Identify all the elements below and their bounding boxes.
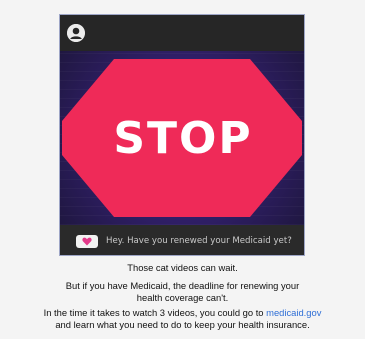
body-line-2b: health coverage can't. — [136, 292, 229, 303]
message-heart-icon — [76, 235, 98, 248]
user-avatar-icon[interactable] — [67, 24, 85, 42]
body-paragraph-2: But if you have Medicaid, the deadline f… — [0, 280, 365, 304]
body-line-3a-prefix: In the time it takes to watch 3 videos, … — [43, 307, 264, 318]
medicaid-link[interactable]: medicaid.gov — [266, 307, 321, 318]
card-header — [60, 15, 304, 51]
stop-hero-image: STOP — [60, 51, 304, 225]
video-card[interactable]: STOP Hey. Have you renewed your Medicaid… — [59, 14, 305, 256]
email-body: STOP Hey. Have you renewed your Medicaid… — [0, 0, 365, 339]
card-footer: Hey. Have you renewed your Medicaid yet? — [60, 225, 304, 255]
body-line-3b: and learn what you need to do to keep yo… — [55, 319, 310, 330]
stop-label: STOP — [113, 113, 253, 164]
body-line-1: Those cat videos can wait. — [127, 262, 238, 273]
message-text: Hey. Have you renewed your Medicaid yet? — [106, 236, 292, 246]
body-paragraph-3: In the time it takes to watch 3 videos, … — [0, 307, 365, 331]
body-line-3a: In the time it takes to watch 3 videos, … — [0, 307, 365, 319]
body-line-2a: But if you have Medicaid, the deadline f… — [65, 280, 300, 291]
